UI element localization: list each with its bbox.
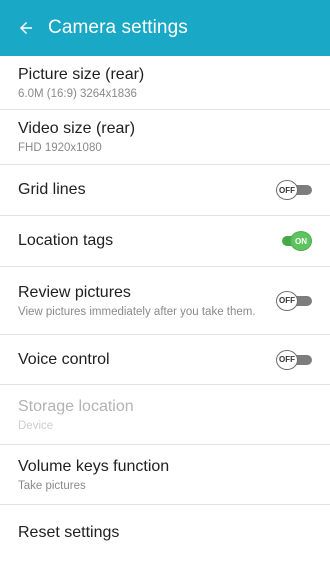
settings-list: Picture size (rear) 6.0M (16:9) 3264x183… — [0, 56, 330, 561]
voice-control-toggle[interactable]: OFF — [276, 349, 312, 370]
location-tags-toggle[interactable]: ON — [276, 231, 312, 251]
toggle-knob: OFF — [276, 180, 298, 200]
app-bar: Camera settings — [0, 0, 330, 56]
setting-label: Picture size (rear) — [18, 65, 145, 83]
setting-picture-size[interactable]: Picture size (rear) 6.0M (16:9) 3264x183… — [0, 56, 330, 110]
setting-grid-lines[interactable]: Grid lines OFF — [0, 165, 330, 216]
setting-label: Storage location — [18, 397, 134, 415]
setting-video-size[interactable]: Video size (rear) FHD 1920x1080 — [0, 110, 330, 165]
setting-review-pictures[interactable]: Review pictures View pictures immediatel… — [0, 267, 330, 335]
setting-location-tags[interactable]: Location tags ON — [0, 216, 330, 267]
toggle-knob: OFF — [276, 349, 298, 370]
setting-label: Video size (rear) — [18, 120, 136, 137]
setting-voice-control[interactable]: Voice control OFF — [0, 335, 330, 385]
setting-label: Volume keys function — [18, 457, 170, 475]
toggle-knob: ON — [290, 231, 312, 251]
setting-label: Grid lines — [18, 181, 86, 198]
setting-label: Review pictures — [18, 283, 131, 301]
setting-label: Reset settings — [18, 524, 120, 541]
back-arrow-icon[interactable] — [14, 16, 38, 40]
setting-reset[interactable]: Reset settings — [0, 505, 330, 561]
review-pictures-toggle[interactable]: OFF — [276, 290, 312, 311]
setting-value: FHD 1920x1080 — [18, 142, 102, 154]
page-title: Camera settings — [48, 17, 188, 38]
toggle-knob: OFF — [276, 290, 298, 311]
setting-value: Device — [18, 419, 54, 432]
setting-value: 6.0M (16:9) 3264x1836 — [18, 87, 137, 100]
setting-value: Take pictures — [18, 479, 86, 492]
setting-label: Location tags — [18, 232, 114, 249]
setting-label: Voice control — [18, 350, 110, 368]
grid-lines-toggle[interactable]: OFF — [276, 180, 312, 200]
setting-description: View pictures immediately after you take… — [18, 305, 256, 318]
setting-volume-keys[interactable]: Volume keys function Take pictures — [0, 445, 330, 505]
setting-storage-location: Storage location Device — [0, 385, 330, 445]
